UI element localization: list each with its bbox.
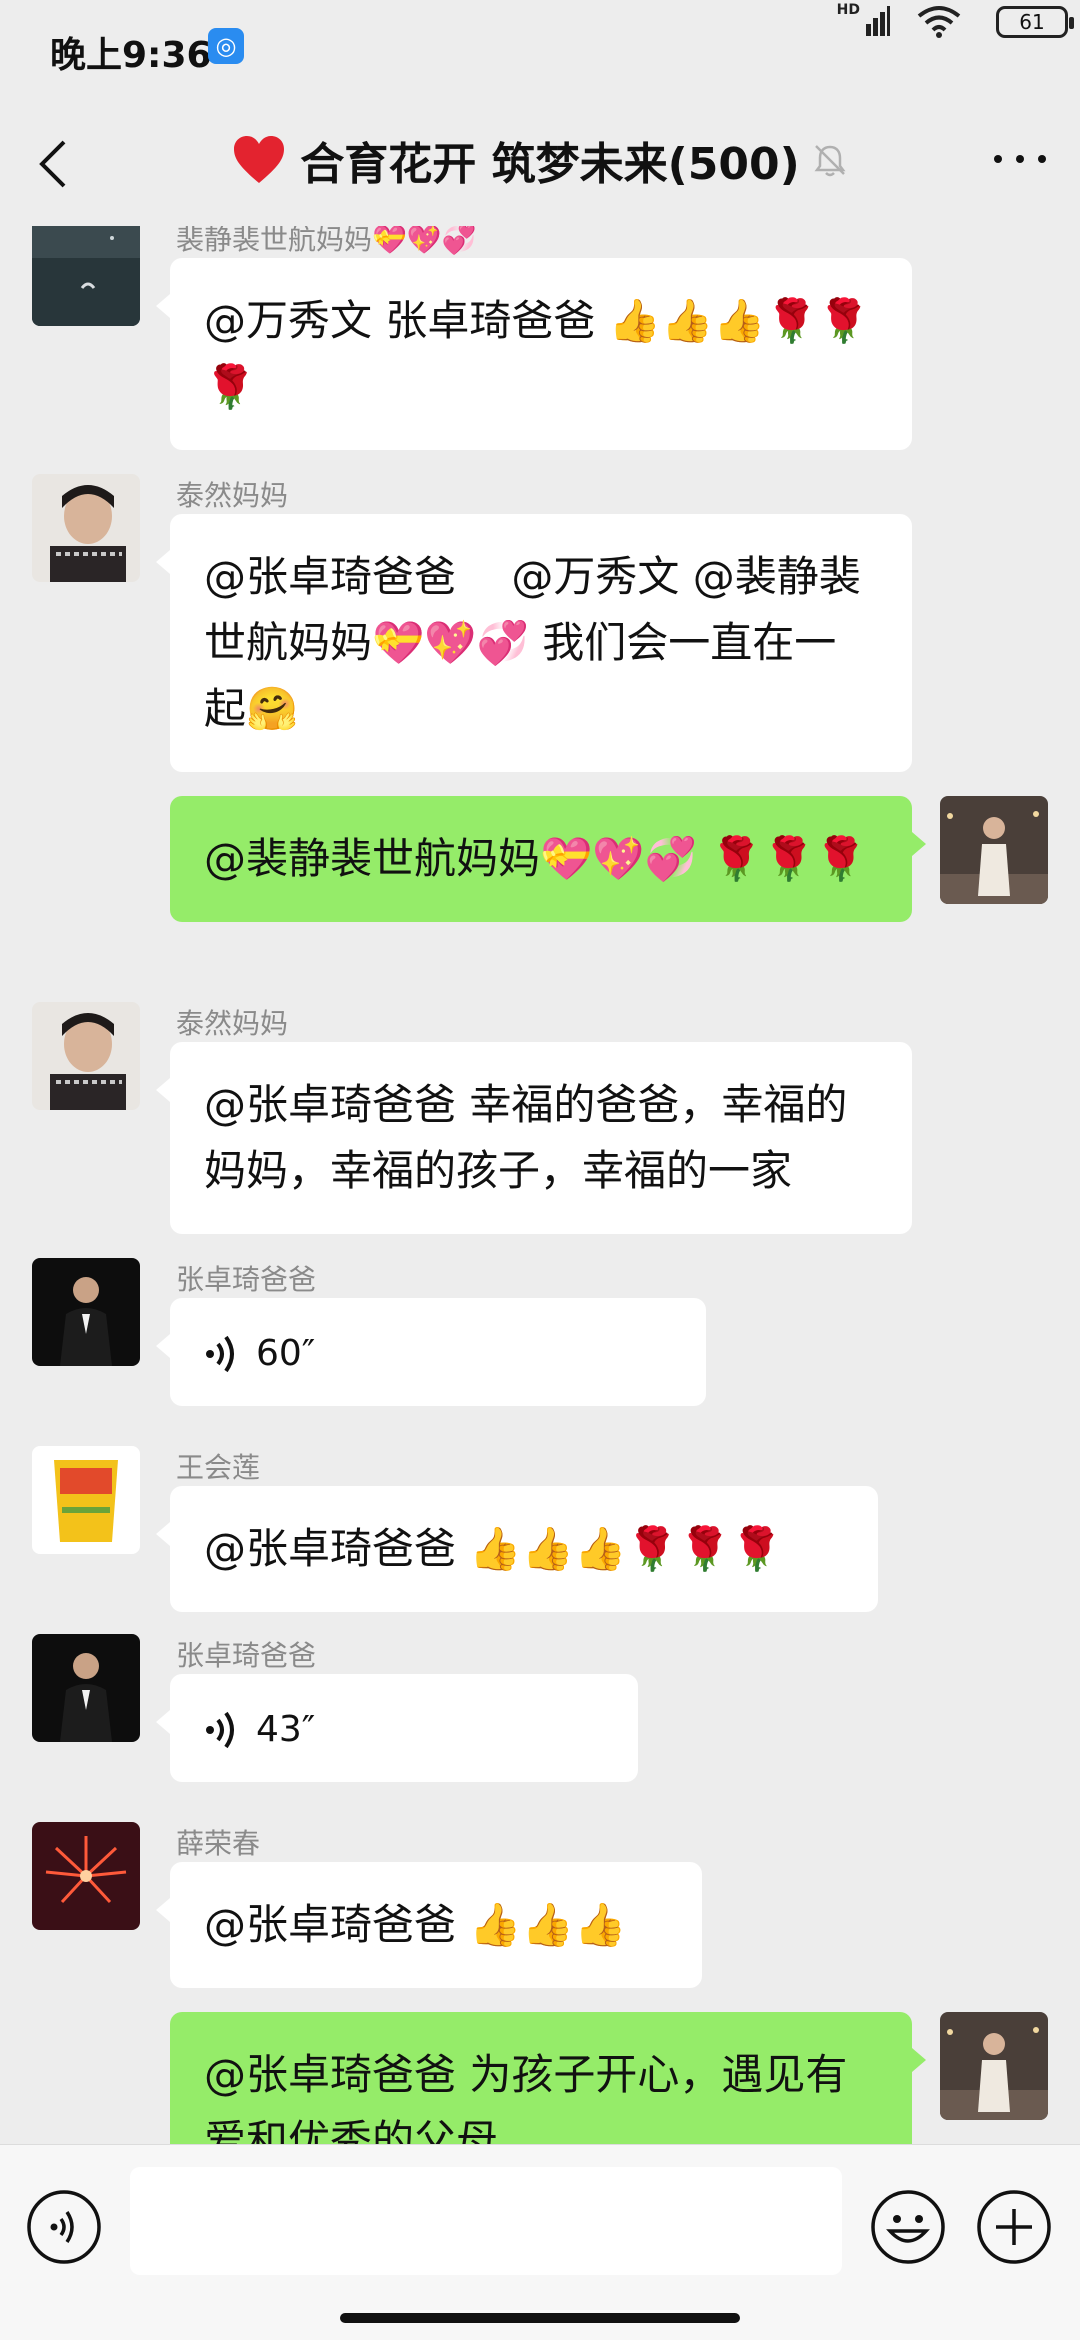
avatar[interactable] [32,1634,140,1742]
voice-message-bubble[interactable]: 43″ [156,1674,638,1782]
message-input[interactable] [130,2167,842,2275]
voice-wave-icon [206,1711,234,1748]
message-bubble[interactable]: @张卓琦爸爸 为孩子开心，遇见有爱和优秀的父母 [170,2012,926,2144]
heart-icon [234,136,285,183]
more-options-icon[interactable] [994,150,1046,168]
message-bubble[interactable]: @张卓琦爸爸 👍👍👍🌹🌹🌹 [156,1486,878,1612]
sender-name: 王会莲 [176,1451,261,1484]
voice-wave-icon [206,1335,234,1372]
wifi-icon [917,6,961,38]
mute-bell-icon [814,145,846,177]
chat-screen: 晚上9:36 ◎ HD 61 合育花开 筑梦未来(500) 裴静裴世航妈妈💝💖💞… [0,0,1080,2340]
battery-level: 61 [1019,10,1045,34]
app-notification-icon: ◎ [208,28,244,64]
message-bubble[interactable]: @张卓琦爸爸 @万秀文 @裴静裴世航妈妈💝💖💞 我们会一直在一起🤗 [156,514,912,772]
avatar[interactable] [940,2012,1048,2120]
battery-icon: 61 [996,6,1074,38]
sender-name: 薛荣春 [176,1827,261,1860]
chat-header: 合育花开 筑梦未来(500) [0,100,1080,226]
emoji-icon[interactable] [870,2189,946,2265]
message-bubble[interactable]: @张卓琦爸爸 幸福的爸爸，幸福的妈妈，幸福的孩子，幸福的一家 [156,1042,912,1234]
avatar[interactable] [32,1258,140,1366]
sender-name: 泰然妈妈 [176,479,289,512]
home-indicator[interactable] [340,2313,740,2323]
status-time: 晚上9:36 [50,35,212,76]
signal-icon [866,6,890,36]
plus-icon[interactable] [976,2189,1052,2265]
input-bar [0,2144,1080,2340]
avatar[interactable] [32,1002,140,1110]
sender-name: 张卓琦爸爸 [176,1263,317,1296]
message-bubble[interactable]: @万秀文 张卓琦爸爸 👍👍👍🌹🌹🌹 [156,258,912,450]
avatar[interactable] [32,226,140,326]
sender-name: 泰然妈妈 [176,1007,289,1040]
avatar[interactable] [32,1822,140,1930]
sender-name: 裴静裴世航妈妈💝💖💞 [176,226,477,256]
message-bubble[interactable]: @张卓琦爸爸 👍👍👍 [156,1862,702,1988]
sender-name: 张卓琦爸爸 [176,1639,317,1672]
chat-title-area[interactable]: 合育花开 筑梦未来(500) [0,128,1080,198]
message-list[interactable]: 裴静裴世航妈妈💝💖💞 @万秀文 张卓琦爸爸 👍👍👍🌹🌹🌹 泰然妈妈 @张卓琦爸爸… [0,226,1080,2144]
avatar[interactable] [940,796,1048,904]
voice-duration: 60″ [256,1332,316,1374]
avatar[interactable] [32,474,140,582]
chat-title: 合育花开 筑梦未来(500) [300,139,800,190]
status-bar: 晚上9:36 ◎ HD 61 [0,0,1080,100]
voice-duration: 43″ [256,1708,316,1750]
message-bubble[interactable]: @裴静裴世航妈妈💝💖💞 🌹🌹🌹 [170,796,926,922]
voice-message-bubble[interactable]: 60″ [156,1298,706,1406]
avatar[interactable] [32,1446,140,1554]
voice-input-icon[interactable] [26,2189,102,2265]
